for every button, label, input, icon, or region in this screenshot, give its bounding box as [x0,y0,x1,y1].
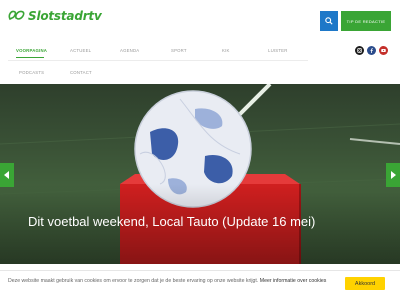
nav-active-underline [16,57,44,58]
cookie-text: Deze website maakt gebruik van cookies o… [8,278,259,284]
nav-item-podcasts[interactable]: PODCASTS [19,70,44,75]
search-button[interactable] [320,11,338,31]
chevron-right-icon [391,171,396,179]
search-icon [325,17,333,25]
nav-divider [8,60,308,61]
logo-mark-icon [8,9,26,23]
site-logo[interactable]: Slotstadrtv [8,9,102,23]
youtube-icon [381,49,386,52]
nav-item-luister[interactable]: LUISTER [268,48,288,53]
slider-prev-button[interactable] [0,163,14,187]
site-header: Slotstadrtv TIP DE REDACTIE [0,0,400,38]
instagram-link[interactable] [355,46,364,55]
facebook-icon [370,48,373,53]
nav-item-actueel[interactable]: ACTUEEL [70,48,91,53]
nav-item-contact[interactable]: CONTACT [70,70,92,75]
nav-item-voorpagina[interactable]: VOORPAGINA [16,48,47,53]
main-nav: VOORPAGINA ACTUEEL AGENDA SPORT KIK LUIS… [0,38,400,84]
page: Slotstadrtv TIP DE REDACTIE VOORPAGINA A… [0,0,400,300]
logo-text: Slotstadrtv [28,9,102,23]
cookie-accept-button[interactable]: Akkoord [345,277,385,290]
nav-item-sport[interactable]: SPORT [171,48,187,53]
broadcast-button[interactable]: TIP DE REDACTIE [341,11,391,31]
youtube-link[interactable] [379,46,388,55]
nav-item-agenda[interactable]: AGENDA [120,48,139,53]
chevron-left-icon [4,171,9,179]
slider-next-button[interactable] [386,163,400,187]
cookie-bar: Deze website maakt gebruik van cookies o… [0,270,400,300]
instagram-icon [357,48,362,53]
hero-slider[interactable]: Dit voetbal weekend, Local Tauto (Update… [0,84,400,264]
cookie-info-link[interactable]: Meer informatie over cookies [260,278,327,284]
nav-item-kik[interactable]: KIK [222,48,230,53]
hero-headline[interactable]: Dit voetbal weekend, Local Tauto (Update… [28,212,328,231]
cookie-message: Deze website maakt gebruik van cookies o… [8,278,338,285]
facebook-link[interactable] [367,46,376,55]
